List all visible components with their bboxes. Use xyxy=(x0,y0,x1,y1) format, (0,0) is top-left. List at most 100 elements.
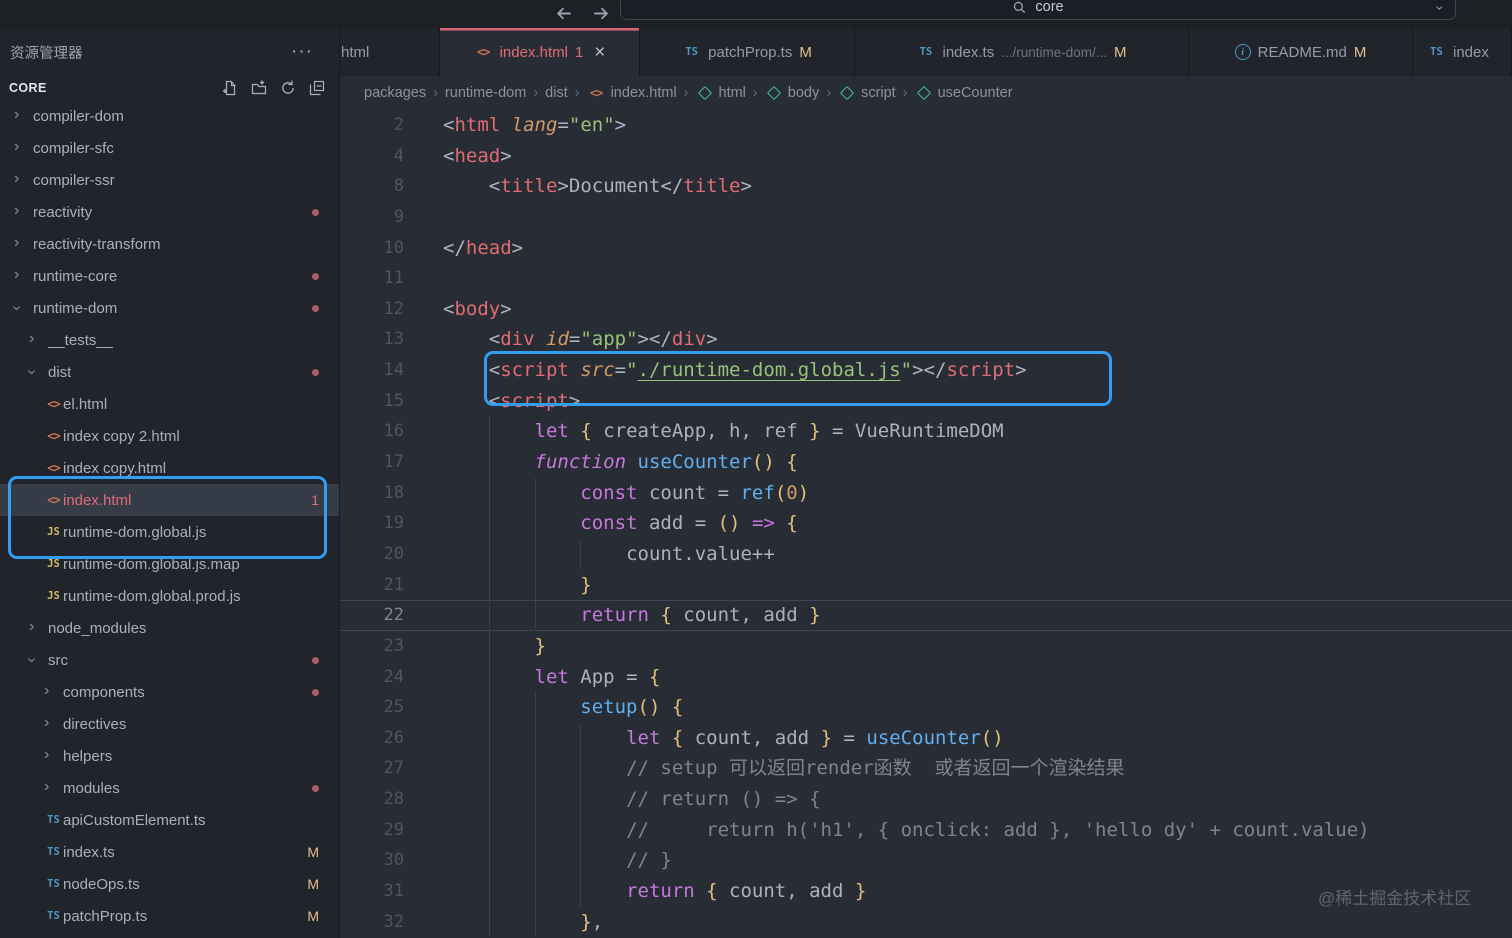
code-line-8[interactable]: 8 <title>Document</title> xyxy=(340,171,1512,202)
chevron-icon[interactable] xyxy=(44,780,63,796)
watermark: @稀土掘金技术社区 xyxy=(1318,889,1472,908)
code-line-16[interactable]: 16 let { createApp, h, ref } = VueRuntim… xyxy=(340,416,1512,447)
more-actions-icon[interactable]: ··· xyxy=(291,42,313,61)
code-line-18[interactable]: 18 const count = ref(0) xyxy=(340,478,1512,509)
refresh-icon[interactable] xyxy=(280,80,296,96)
file-index copy.html[interactable]: <> index copy.html xyxy=(0,452,339,484)
breadcrumb-item-dist[interactable]: dist xyxy=(545,85,568,101)
folder-compiler-sfc[interactable]: compiler-sfc xyxy=(0,132,339,164)
breadcrumb-item-html[interactable]: html xyxy=(696,85,746,101)
code-line-22[interactable]: 22 return { count, add } xyxy=(340,600,1512,631)
line-number: 24 xyxy=(383,666,404,687)
file-el.html[interactable]: <> el.html xyxy=(0,388,339,420)
breadcrumb-item-script[interactable]: script xyxy=(838,85,896,101)
file-patchProp.ts[interactable]: TS patchProp.ts M xyxy=(0,900,339,932)
tab-index[interactable]: TS index xyxy=(1413,28,1512,76)
close-icon[interactable]: × xyxy=(594,43,605,62)
chevron-icon[interactable] xyxy=(14,268,33,284)
folder-node_modules[interactable]: node_modules xyxy=(0,612,339,644)
folder-helpers[interactable]: helpers xyxy=(0,740,339,772)
chevron-icon[interactable] xyxy=(44,748,63,764)
code-line-26[interactable]: 26 let { count, add } = useCounter() xyxy=(340,723,1512,754)
chevron-icon[interactable] xyxy=(29,652,48,668)
tab-index.ts[interactable]: TS index.ts .../runtime-dom/... M xyxy=(855,28,1189,76)
code-text: const add = () => { xyxy=(416,508,797,539)
folder-modules[interactable]: modules xyxy=(0,772,339,804)
code-line-9[interactable]: 9 xyxy=(340,202,1512,233)
breadcrumb-item-useCounter[interactable]: useCounter xyxy=(915,85,1013,101)
back-arrow-icon[interactable] xyxy=(551,1,575,25)
code-text: // } xyxy=(416,845,672,876)
breadcrumb-item-index.html[interactable]: <> index.html xyxy=(587,84,677,102)
explorer-section-header[interactable]: CORE xyxy=(0,76,339,100)
code-line-24[interactable]: 24 let App = { xyxy=(340,662,1512,693)
code-editor[interactable]: 2 <html lang="en"> 4 <head> 8 <title>Documen… xyxy=(340,110,1512,938)
folder-reactivity-transform[interactable]: reactivity-transform xyxy=(0,228,339,260)
tab-index.html[interactable]: <> index.html 1 × xyxy=(440,28,640,76)
code-line-12[interactable]: 12 <body> xyxy=(340,294,1512,325)
folder-__tests__[interactable]: __tests__ xyxy=(0,324,339,356)
code-line-23[interactable]: 23 } xyxy=(340,631,1512,662)
breadcrumb-item-body[interactable]: body xyxy=(765,85,819,101)
folder-directives[interactable]: directives xyxy=(0,708,339,740)
file-runtime-dom.global.js.map[interactable]: JS runtime-dom.global.js.map xyxy=(0,548,339,580)
code-line-30[interactable]: 30 // } xyxy=(340,845,1512,876)
file-index copy 2.html[interactable]: <> index copy 2.html xyxy=(0,420,339,452)
folder-runtime-core[interactable]: runtime-core xyxy=(0,260,339,292)
collapse-all-icon[interactable] xyxy=(309,80,325,96)
chevron-icon[interactable] xyxy=(44,684,63,700)
tab-html[interactable]: html xyxy=(340,28,440,76)
folder-compiler-ssr[interactable]: compiler-ssr xyxy=(0,164,339,196)
file-apiCustomElement.ts[interactable]: TS apiCustomElement.ts xyxy=(0,804,339,836)
folder-row[interactable] xyxy=(0,932,339,938)
chevron-icon[interactable] xyxy=(14,236,33,252)
chevron-icon[interactable] xyxy=(44,716,63,732)
code-line-13[interactable]: 13 <div id="app"></div> xyxy=(340,324,1512,355)
file-runtime-dom.global.js[interactable]: JS runtime-dom.global.js xyxy=(0,516,339,548)
chevron-icon[interactable] xyxy=(14,204,33,220)
code-line-10[interactable]: 10 </head> xyxy=(340,233,1512,264)
breadcrumb-item-runtime-dom[interactable]: runtime-dom xyxy=(445,85,526,101)
chevron-down-icon[interactable]: › xyxy=(1433,0,1449,16)
folder-reactivity[interactable]: reactivity xyxy=(0,196,339,228)
file-nodeOps.ts[interactable]: TS nodeOps.ts M xyxy=(0,868,339,900)
file-index.ts[interactable]: TS index.ts M xyxy=(0,836,339,868)
code-line-27[interactable]: 27 // setup 可以返回render函数 或者返回一个渲染结果 xyxy=(340,753,1512,784)
code-line-17[interactable]: 17 function useCounter() { xyxy=(340,447,1512,478)
code-line-29[interactable]: 29 // return h('h1', { onclick: add }, '… xyxy=(340,815,1512,846)
folder-compiler-dom[interactable]: compiler-dom xyxy=(0,100,339,132)
chevron-icon[interactable] xyxy=(14,300,33,316)
breadcrumb-item-packages[interactable]: packages xyxy=(364,85,426,101)
code-line-2[interactable]: 2 <html lang="en"> xyxy=(340,110,1512,141)
code-line-25[interactable]: 25 setup() { xyxy=(340,692,1512,723)
tab-patchProp.ts[interactable]: TS patchProp.ts M xyxy=(640,28,855,76)
file-index.html[interactable]: <> index.html 1 xyxy=(0,484,339,516)
line-number: 2 xyxy=(393,115,404,135)
code-line-11[interactable]: 11 xyxy=(340,263,1512,294)
chevron-icon[interactable] xyxy=(14,172,33,188)
chevron-icon[interactable] xyxy=(29,332,48,348)
new-folder-icon[interactable] xyxy=(251,80,267,96)
code-line-20[interactable]: 20 count.value++ xyxy=(340,539,1512,570)
chevron-icon[interactable] xyxy=(14,108,33,124)
chevron-icon[interactable] xyxy=(14,140,33,156)
file-runtime-dom.global.prod.js[interactable]: JS runtime-dom.global.prod.js xyxy=(0,580,339,612)
folder-components[interactable]: components xyxy=(0,676,339,708)
chevron-icon[interactable] xyxy=(29,620,48,636)
folder-src[interactable]: src xyxy=(0,644,339,676)
new-file-icon[interactable] xyxy=(222,80,238,96)
code-line-32[interactable]: 32 }, xyxy=(340,907,1512,938)
folder-dist[interactable]: dist xyxy=(0,356,339,388)
code-line-28[interactable]: 28 // return () => { xyxy=(340,784,1512,815)
tab-README.md[interactable]: i README.md M xyxy=(1189,28,1413,76)
command-center-search[interactable]: core › xyxy=(620,0,1456,20)
folder-runtime-dom[interactable]: runtime-dom xyxy=(0,292,339,324)
code-line-4[interactable]: 4 <head> xyxy=(340,141,1512,172)
code-line-15[interactable]: 15 <script> xyxy=(340,386,1512,417)
code-line-19[interactable]: 19 const add = () => { xyxy=(340,508,1512,539)
code-line-21[interactable]: 21 } xyxy=(340,570,1512,601)
code-line-14[interactable]: 14 <script src="./runtime-dom.global.js"… xyxy=(340,355,1512,386)
chevron-icon[interactable] xyxy=(29,364,48,380)
tree-item-label: index copy.html xyxy=(63,459,167,477)
forward-arrow-icon[interactable] xyxy=(589,1,613,25)
